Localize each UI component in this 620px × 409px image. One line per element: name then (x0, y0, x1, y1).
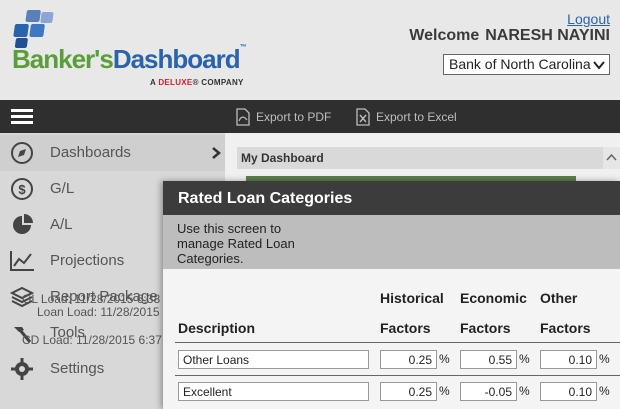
loan-load-status: Loan Load: 11/28/2015 (37, 305, 160, 319)
brand-name-part2: Dashboard (112, 44, 241, 74)
user-name: NARESH NAYINI (485, 27, 610, 44)
percent-sign: % (439, 352, 450, 366)
column-header-economic: Economic (460, 290, 527, 306)
column-header-historical: Historical (380, 290, 444, 306)
percent-sign: % (439, 384, 450, 398)
brand-tm: ™ (239, 44, 247, 51)
economic-factor-input[interactable]: 0.55 (460, 350, 517, 369)
other-factor-input[interactable]: 0.10 (540, 350, 597, 369)
bank-select-value: Bank of North Carolina (449, 56, 591, 72)
sidebar-item-label: Settings (50, 360, 105, 377)
export-pdf-button[interactable]: Export to PDF (235, 108, 331, 126)
welcome-message: Welcome NARESH NAYINI (409, 27, 610, 45)
sidebar-item-label: G/L (50, 180, 75, 197)
percent-sign: % (519, 384, 530, 398)
rated-loan-categories-dialog: Rated Loan Categories Use this screen to… (163, 181, 620, 409)
percent-sign: % (599, 352, 610, 366)
sidebar-item-dashboards[interactable]: Dashboards (0, 135, 225, 171)
brand-name-part1: Banker's (12, 44, 114, 74)
gear-icon (0, 351, 43, 387)
export-pdf-label: Export to PDF (256, 110, 332, 124)
brand-logo: Banker'sDashboard™ (12, 44, 247, 75)
column-header-other: Other (540, 290, 578, 306)
chevron-down-icon (593, 61, 605, 70)
sidebar-item-label: Projections (50, 252, 125, 269)
export-excel-button[interactable]: Export to Excel (355, 108, 457, 126)
svg-text:$: $ (18, 182, 26, 197)
scrollbar[interactable] (603, 147, 620, 169)
dashboard-panel-title: My Dashboard (237, 147, 603, 169)
dialog-body: Description Historical Factors Economic … (163, 269, 620, 409)
description-input[interactable]: Excellent (178, 382, 369, 401)
sidebar-item-label: A/L (50, 216, 73, 233)
brand-subtitle-suffix: ® COMPANY (192, 78, 244, 87)
export-excel-label: Export to Excel (376, 110, 457, 124)
description-input[interactable]: Other Loans (178, 350, 369, 369)
excel-file-icon (356, 108, 370, 126)
other-factor-input[interactable]: 0.10 (540, 382, 597, 401)
percent-sign: % (599, 384, 610, 398)
header-divider (175, 342, 620, 343)
column-header-description: Description (178, 320, 256, 336)
sidebar-item-label: Dashboards (50, 144, 131, 161)
bank-select[interactable]: Bank of North Carolina (443, 54, 610, 75)
chevron-up-icon (606, 153, 617, 161)
pie-chart-icon (0, 207, 43, 243)
dialog-title: Rated Loan Categories (163, 181, 620, 215)
gl-load-status: GL Load: 11/28/2015 6:38 (22, 292, 161, 306)
compass-icon (0, 135, 43, 171)
historical-factor-input[interactable]: 0.25 (380, 350, 437, 369)
column-header-economic-2: Factors (460, 320, 511, 336)
percent-sign: % (519, 352, 530, 366)
dialog-description: Use this screen to manage Rated Loan Cat… (163, 215, 620, 269)
economic-factor-input[interactable]: -0.05 (460, 382, 517, 401)
line-chart-icon (0, 243, 43, 279)
row-divider (175, 375, 620, 376)
column-header-other-2: Factors (540, 320, 591, 336)
dialog-description-text: Use this screen to manage Rated Loan Cat… (177, 221, 295, 266)
dollar-icon: $ (0, 171, 43, 207)
welcome-label: Welcome (409, 27, 480, 44)
pdf-file-icon (236, 108, 250, 126)
historical-factor-input[interactable]: 0.25 (380, 382, 437, 401)
app-header: Banker'sDashboard™ A DELUXE® COMPANY Log… (0, 0, 620, 100)
column-header-historical-2: Factors (380, 320, 431, 336)
brand-subtitle: A DELUXE® COMPANY (150, 78, 244, 87)
toolbar: Export to PDF Export to Excel (0, 100, 620, 133)
cd-load-status: CD Load: 11/28/2015 6:37 (22, 333, 162, 347)
chevron-right-icon (212, 147, 221, 159)
menu-icon[interactable] (11, 109, 33, 125)
brand-subtitle-deluxe: DELUXE (158, 78, 193, 87)
logout-link[interactable]: Logout (567, 11, 610, 27)
